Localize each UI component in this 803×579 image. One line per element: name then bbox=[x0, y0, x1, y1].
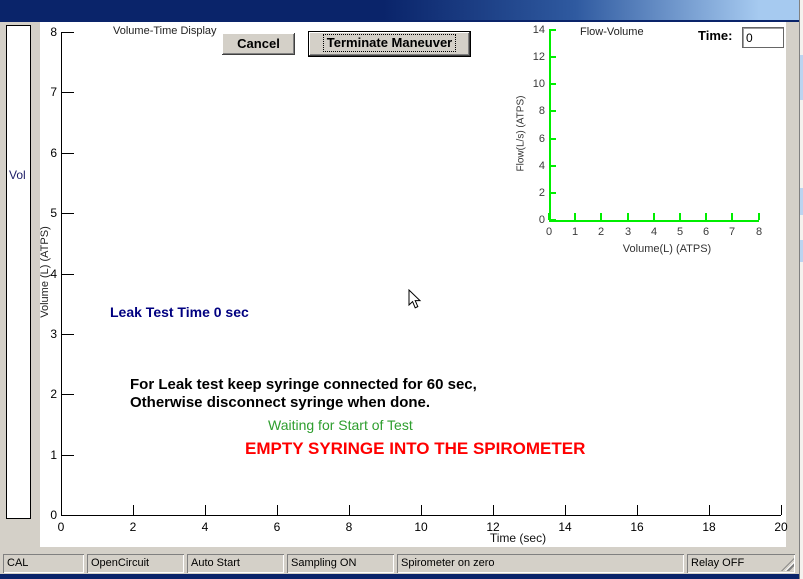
vt-y-axis-label: Volume (L) (ATPS) bbox=[39, 122, 51, 422]
status-panel-autostart: Auto Start bbox=[187, 554, 284, 573]
status-panel-spirometer: Spirometer on zero bbox=[397, 554, 684, 573]
status-panel-cal: CAL bbox=[3, 554, 84, 573]
app-window: OMI Spirometry Main Program - Version 5.… bbox=[0, 0, 803, 579]
terminate-button-label: Terminate Maneuver bbox=[324, 35, 455, 51]
time-label: Time: bbox=[698, 28, 732, 43]
instruction-line-1: For Leak test keep syringe connected for… bbox=[130, 376, 477, 393]
cancel-button-label: Cancel bbox=[237, 36, 280, 51]
status-panel-sampling: Sampling ON bbox=[287, 554, 394, 573]
window-bottom-border bbox=[0, 574, 803, 579]
status-panel-circuit: OpenCircuit bbox=[87, 554, 184, 573]
fv-x-axis-label: Volume(L) (ATPS) bbox=[607, 243, 727, 255]
title-bar[interactable]: OMI Spirometry Main Program - Version 5.… bbox=[0, 0, 799, 20]
fv-y-axis-label: Flow(L/s) (ATPS) bbox=[516, 54, 527, 214]
vt-x-axis-label: Time (sec) bbox=[458, 531, 578, 545]
status-panel-relay: Relay OFF bbox=[687, 554, 795, 573]
terminate-maneuver-button[interactable]: Terminate Maneuver bbox=[308, 31, 471, 57]
vol-side-panel: Vol bbox=[6, 25, 31, 519]
time-input[interactable] bbox=[742, 27, 784, 48]
cancel-button[interactable]: Cancel bbox=[222, 33, 295, 55]
leak-test-time-message: Leak Test Time 0 sec bbox=[110, 304, 249, 320]
chart-surface bbox=[40, 22, 786, 547]
vol-label: Vol bbox=[9, 168, 26, 182]
empty-syringe-alert: EMPTY SYRINGE INTO THE SPIROMETER bbox=[245, 439, 585, 459]
mouse-cursor-icon bbox=[408, 289, 422, 310]
vt-chart-title: Volume-Time Display bbox=[113, 25, 217, 37]
instruction-line-2: Otherwise disconnect syringe when done. bbox=[130, 394, 430, 411]
waiting-status-message: Waiting for Start of Test bbox=[268, 417, 413, 433]
background-window-sliver bbox=[799, 0, 803, 579]
status-bar: CAL OpenCircuit Auto Start Sampling ON S… bbox=[0, 552, 799, 574]
fv-chart-title: Flow-Volume bbox=[580, 26, 644, 38]
